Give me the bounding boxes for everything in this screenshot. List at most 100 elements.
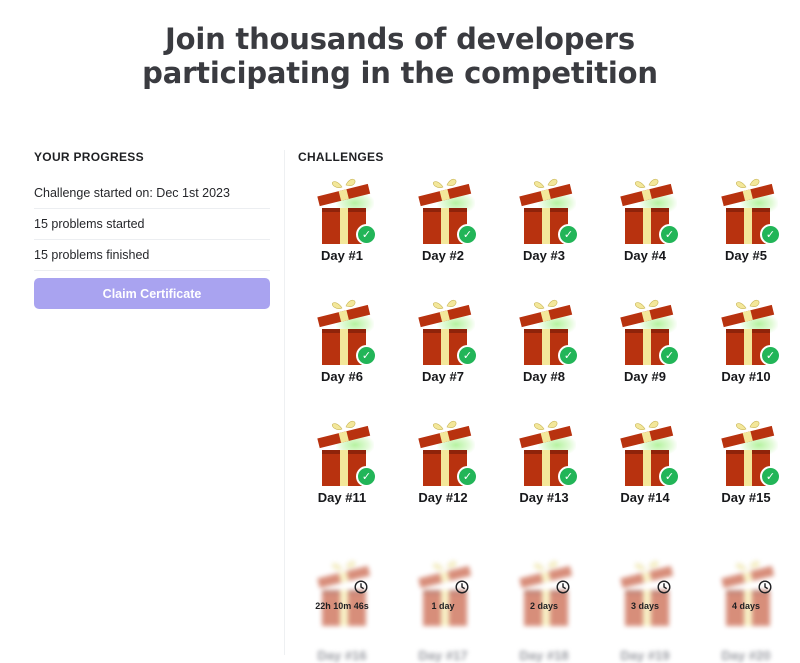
check-icon: ✓ <box>659 466 680 487</box>
challenge-day-tile[interactable]: 1 day Day #17 <box>399 558 487 663</box>
gift-container <box>518 558 574 630</box>
day-label: Day #15 <box>721 490 771 505</box>
gift-container: ✓ <box>619 297 680 369</box>
challenge-day-tile[interactable]: ✓ Day #6 <box>298 297 386 397</box>
clock-icon <box>556 580 570 594</box>
challenge-day-tile[interactable]: ✓ Day #15 <box>702 418 790 518</box>
clock-icon <box>758 580 772 594</box>
gift-icon <box>620 560 674 626</box>
gift-container: ✓ <box>417 297 478 369</box>
day-label: Day #20 <box>721 648 771 663</box>
problems-started-count: 15 problems started <box>34 209 270 240</box>
gift-icon <box>317 560 371 626</box>
gift-container: ✓ <box>619 418 680 490</box>
challenge-day-tile[interactable]: ✓ Day #1 <box>298 176 386 276</box>
day-label: Day #3 <box>523 248 565 263</box>
gift-container <box>720 558 776 630</box>
clock-icon <box>455 580 469 594</box>
day-label: Day #16 <box>317 648 367 663</box>
progress-panel: YOUR PROGRESS Challenge started on: Dec … <box>34 150 270 309</box>
check-icon: ✓ <box>457 345 478 366</box>
gift-container: ✓ <box>518 418 579 490</box>
gift-container: ✓ <box>417 176 478 248</box>
check-icon: ✓ <box>457 224 478 245</box>
day-label: Day #19 <box>620 648 670 663</box>
challenges-grid: ✓ Day #1 ✓ Day #2 ✓ Day #3 ✓ Day #4 ✓ Day #5 ✓ Day … <box>298 176 781 663</box>
unlock-countdown: 4 days <box>731 601 761 611</box>
challenge-day-tile[interactable]: 4 days Day #20 <box>702 558 790 663</box>
challenge-day-tile[interactable]: ✓ Day #9 <box>601 297 689 397</box>
gift-container <box>619 558 675 630</box>
gift-icon <box>721 560 775 626</box>
day-label: Day #17 <box>418 648 468 663</box>
gift-container <box>316 558 372 630</box>
check-icon: ✓ <box>356 224 377 245</box>
check-icon: ✓ <box>659 345 680 366</box>
gift-icon <box>418 560 472 626</box>
gift-container: ✓ <box>720 297 781 369</box>
gift-icon <box>519 560 573 626</box>
clock-icon <box>657 580 671 594</box>
challenge-day-tile[interactable]: ✓ Day #11 <box>298 418 386 518</box>
challenge-day-tile[interactable]: ✓ Day #7 <box>399 297 487 397</box>
check-icon: ✓ <box>558 345 579 366</box>
day-label: Day #12 <box>418 490 468 505</box>
headline-line-1: Join thousands of developers <box>165 22 635 56</box>
day-label: Day #4 <box>624 248 666 263</box>
clock-icon <box>354 580 368 594</box>
check-icon: ✓ <box>659 224 680 245</box>
headline-line-2: participating in the competition <box>142 56 658 90</box>
day-label: Day #6 <box>321 369 363 384</box>
unlock-countdown: 1 day <box>431 601 455 611</box>
day-label: Day #10 <box>721 369 771 384</box>
day-label: Day #1 <box>321 248 363 263</box>
challenge-start-date: Challenge started on: Dec 1st 2023 <box>34 178 270 209</box>
day-label: Day #7 <box>422 369 464 384</box>
gift-container <box>417 558 473 630</box>
day-label: Day #9 <box>624 369 666 384</box>
challenge-day-tile[interactable]: ✓ Day #8 <box>500 297 588 397</box>
challenge-day-tile[interactable]: ✓ Day #14 <box>601 418 689 518</box>
check-icon: ✓ <box>760 345 781 366</box>
day-label: Day #14 <box>620 490 670 505</box>
day-label: Day #2 <box>422 248 464 263</box>
gift-container: ✓ <box>518 297 579 369</box>
check-icon: ✓ <box>356 466 377 487</box>
day-label: Day #18 <box>519 648 569 663</box>
unlock-countdown: 3 days <box>630 601 660 611</box>
panel-divider <box>284 150 285 655</box>
gift-container: ✓ <box>316 418 377 490</box>
challenge-day-tile[interactable]: 3 days Day #19 <box>601 558 689 663</box>
challenge-day-tile[interactable]: 2 days Day #18 <box>500 558 588 663</box>
challenge-day-tile[interactable]: ✓ Day #12 <box>399 418 487 518</box>
day-label: Day #5 <box>725 248 767 263</box>
unlock-countdown: 2 days <box>529 601 559 611</box>
gift-container: ✓ <box>720 176 781 248</box>
check-icon: ✓ <box>558 466 579 487</box>
check-icon: ✓ <box>760 466 781 487</box>
problems-finished-count: 15 problems finished <box>34 240 270 271</box>
unlock-countdown: 22h 10m 46s <box>315 601 369 611</box>
check-icon: ✓ <box>356 345 377 366</box>
challenge-day-tile[interactable]: ✓ Day #5 <box>702 176 790 276</box>
challenge-day-tile[interactable]: ✓ Day #2 <box>399 176 487 276</box>
day-label: Day #8 <box>523 369 565 384</box>
progress-title: YOUR PROGRESS <box>34 150 144 164</box>
page-headline: Join thousands of developers participati… <box>0 22 800 90</box>
challenges-title: CHALLENGES <box>298 150 384 164</box>
day-label: Day #11 <box>317 490 367 505</box>
challenge-day-tile[interactable]: ✓ Day #3 <box>500 176 588 276</box>
challenge-day-tile[interactable]: 22h 10m 46s Day #16 <box>298 558 386 663</box>
gift-container: ✓ <box>720 418 781 490</box>
challenges-panel: CHALLENGES ✓ Day #1 ✓ Day #2 ✓ Day #3 ✓ Day #4 ✓… <box>298 150 781 663</box>
gift-container: ✓ <box>316 297 377 369</box>
day-label: Day #13 <box>519 490 569 505</box>
claim-certificate-button[interactable]: Claim Certificate <box>34 278 270 309</box>
challenge-day-tile[interactable]: ✓ Day #13 <box>500 418 588 518</box>
check-icon: ✓ <box>457 466 478 487</box>
challenge-day-tile[interactable]: ✓ Day #10 <box>702 297 790 397</box>
gift-container: ✓ <box>518 176 579 248</box>
gift-container: ✓ <box>316 176 377 248</box>
gift-container: ✓ <box>619 176 680 248</box>
challenge-day-tile[interactable]: ✓ Day #4 <box>601 176 689 276</box>
